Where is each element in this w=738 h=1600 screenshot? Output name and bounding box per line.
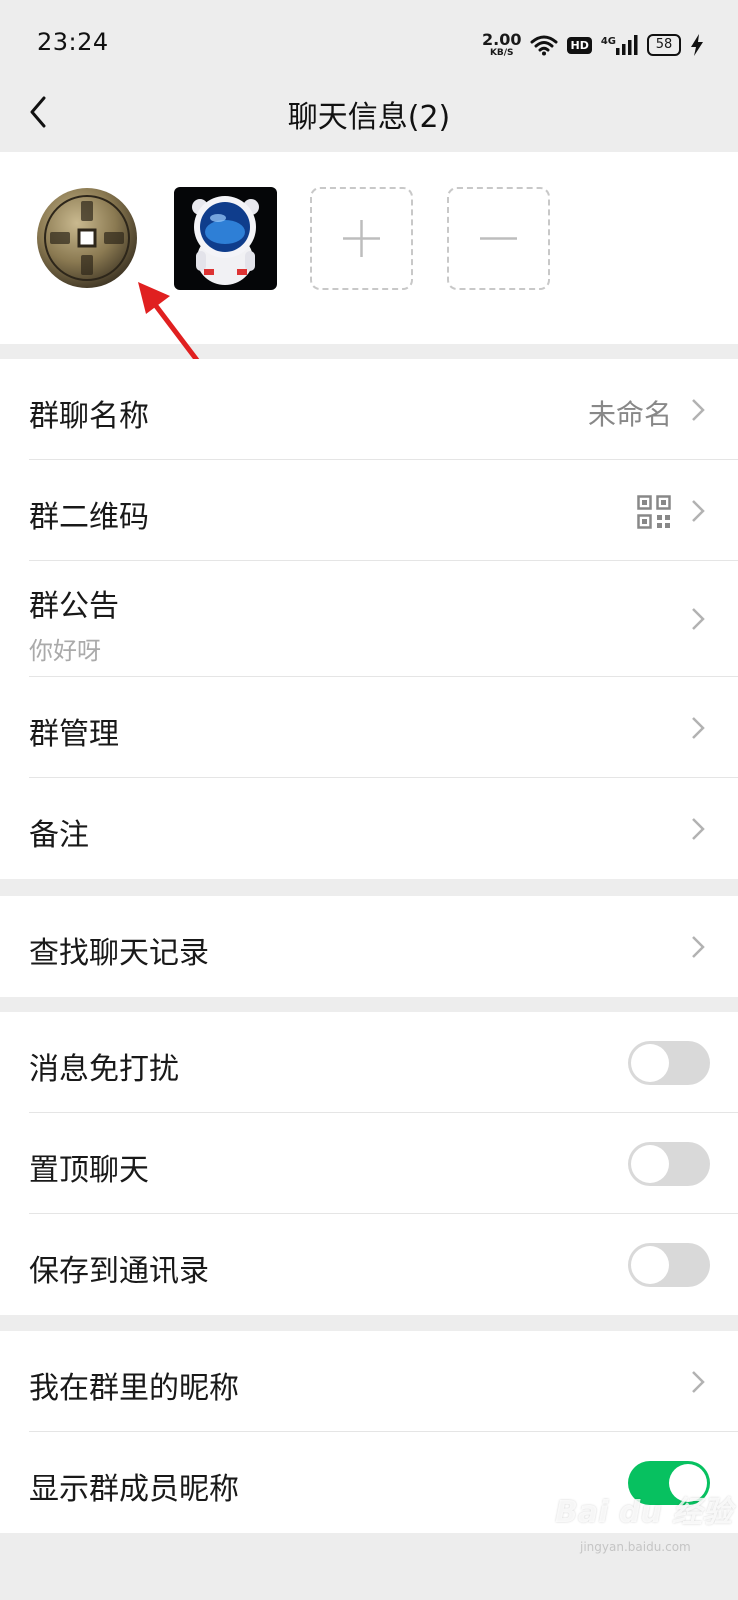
row-mute-label: 消息免打扰 — [29, 1052, 179, 1087]
hd-badge: HD — [567, 36, 592, 54]
row-save-contacts: 保存到通讯录 — [0, 1214, 738, 1315]
cellular-signal: 4G — [601, 35, 638, 55]
row-group-manage[interactable]: 群管理 — [0, 677, 738, 778]
qr-code-icon — [637, 495, 671, 529]
row-sticky: 置顶聊天 — [0, 1113, 738, 1214]
network-speed-value: 2.00 — [482, 30, 522, 49]
row-show-nicknames-label: 显示群成员昵称 — [29, 1472, 239, 1507]
toggle-knob — [631, 1044, 669, 1082]
status-time: 23:24 — [37, 28, 109, 56]
network-speed-unit: KB/S — [489, 48, 514, 58]
row-announcement-preview: 你好呀 — [29, 637, 101, 665]
row-remark-label: 备注 — [29, 818, 89, 853]
row-group-name-value: 未命名 — [587, 398, 672, 431]
coin-avatar-image — [36, 187, 139, 290]
member-avatar-astronaut[interactable] — [174, 187, 277, 290]
row-my-nickname[interactable]: 我在群里的昵称 — [0, 1331, 738, 1432]
baidu-watermark: Bai du 经验 — [555, 1495, 733, 1530]
row-search-history-label: 查找聊天记录 — [29, 936, 209, 971]
chevron-right-icon — [692, 500, 705, 522]
astronaut-avatar-image — [174, 187, 277, 290]
wifi-icon — [530, 35, 558, 56]
chevron-right-icon — [692, 399, 705, 421]
status-bar: 23:24 2.00 KB/S HD 4G 58 — [0, 0, 738, 88]
row-search-history[interactable]: 查找聊天记录 — [0, 896, 738, 997]
chevron-right-icon — [692, 1371, 705, 1393]
row-qr-code[interactable]: 群二维码 — [0, 460, 738, 561]
member-avatar-coin[interactable] — [36, 187, 139, 290]
minus-icon — [480, 237, 517, 240]
toggle-knob — [631, 1145, 669, 1183]
row-sticky-label: 置顶聊天 — [29, 1153, 149, 1188]
row-announcement[interactable]: 群公告 你好呀 — [0, 561, 738, 677]
charging-icon — [691, 34, 703, 56]
save-contacts-toggle[interactable] — [628, 1243, 710, 1287]
member-grid — [0, 152, 738, 344]
sticky-toggle[interactable] — [628, 1142, 710, 1186]
network-speed: 2.00 KB/S — [482, 32, 521, 58]
chevron-right-icon — [692, 608, 705, 630]
row-group-name-label: 群聊名称 — [29, 399, 149, 434]
row-mute: 消息免打扰 — [0, 1012, 738, 1113]
toggle-knob — [631, 1246, 669, 1284]
nav-bar: 聊天信息(2) — [0, 88, 738, 152]
remove-member-button[interactable] — [447, 187, 550, 290]
page-title: 聊天信息(2) — [287, 100, 451, 135]
row-qr-code-label: 群二维码 — [29, 500, 149, 535]
signal-icon — [616, 35, 638, 55]
chevron-right-icon — [692, 717, 705, 739]
row-my-nickname-label: 我在群里的昵称 — [29, 1371, 239, 1406]
add-member-button[interactable] — [310, 187, 413, 290]
status-icons: 2.00 KB/S HD 4G 58 — [482, 30, 704, 60]
network-type-label: 4G — [600, 36, 616, 47]
battery-indicator: 58 — [647, 34, 681, 56]
row-group-name[interactable]: 群聊名称 未命名 — [0, 359, 738, 460]
row-remark[interactable]: 备注 — [0, 778, 738, 879]
row-save-contacts-label: 保存到通讯录 — [29, 1254, 209, 1289]
group-settings-section: 群聊名称 未命名 群二维码 群公告 你好呀 群管理 备注 — [0, 359, 738, 879]
chevron-right-icon — [692, 936, 705, 958]
row-announcement-label: 群公告 — [29, 589, 119, 624]
search-section: 查找聊天记录 — [0, 896, 738, 997]
chevron-right-icon — [692, 818, 705, 840]
plus-icon — [343, 220, 380, 257]
toggle-settings-section: 消息免打扰 置顶聊天 保存到通讯录 — [0, 1012, 738, 1315]
mute-toggle[interactable] — [628, 1041, 710, 1085]
row-group-manage-label: 群管理 — [29, 717, 119, 752]
baidu-watermark-url: jingyan.baidu.com — [580, 1540, 691, 1554]
